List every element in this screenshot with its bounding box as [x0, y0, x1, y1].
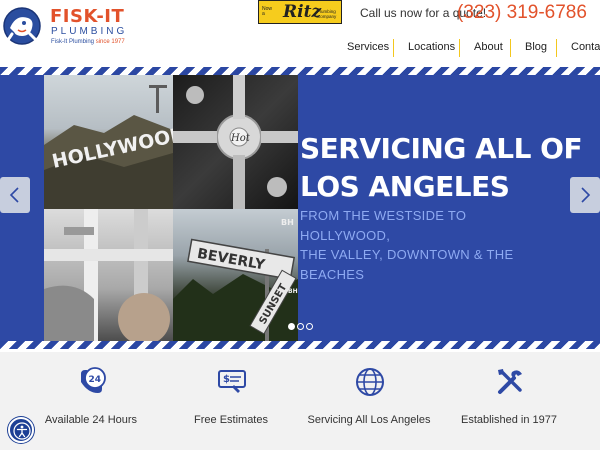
features-strip: 24 Available 24 Hours $ Free Estimates S… [0, 352, 600, 450]
chevron-left-icon [9, 187, 19, 203]
site-header: FISK-IT PLUMBING Fisk-It Plumbing since … [0, 0, 600, 70]
globe-icon [356, 368, 384, 396]
pipes-image [44, 209, 173, 341]
hero-subtitle-line: BEACHES [300, 266, 365, 282]
slider-next-button[interactable] [570, 177, 600, 213]
faucet-illustration: Hot [173, 75, 298, 209]
hero-subtitle-line: THE VALLEY, DOWNTOWN & THE [300, 247, 514, 262]
tools-icon [498, 369, 522, 394]
brand-name: FISK-IT [50, 6, 125, 27]
faucet-hot-label: Hot [230, 133, 251, 144]
beverly-sunset-image: BEVERLY SUNSET BH BH [173, 209, 298, 341]
feature-established: Established in 1977 [434, 366, 584, 436]
beverly-sign-block: BH [281, 218, 294, 227]
feature-label: Servicing All Los Angeles [307, 414, 431, 426]
nav-separator [510, 39, 511, 57]
ritz-badge[interactable]: Now a Ritz Plumbing Company [258, 0, 342, 24]
nav-separator [556, 39, 557, 57]
accessibility-button[interactable] [8, 417, 34, 443]
hero-image-collage: HOLLYWOOD Hot BEVERLY SUNSET BH BH [44, 75, 298, 341]
street-signs-illustration: BEVERLY SUNSET BH BH [173, 218, 298, 341]
feature-24-hours: 24 Available 24 Hours [16, 366, 166, 436]
main-nav: Services Locations About Blog Contact [0, 36, 600, 62]
pipes-illustration [44, 209, 173, 341]
hero-title-line-1: SERVICING ALL OF [300, 132, 583, 165]
feature-servicing-la: Servicing All Los Angeles [294, 366, 444, 436]
nav-item-contact[interactable]: Contact [571, 41, 600, 53]
ritz-badge-pre: Now a [262, 6, 273, 17]
nav-item-blog[interactable]: Blog [525, 41, 547, 53]
decorative-stripe-top [0, 67, 600, 75]
ritz-badge-word: Ritz [283, 2, 322, 22]
feature-label: Free Estimates [194, 414, 268, 426]
hero-subtitle-line: FROM THE WESTSIDE TO [300, 208, 467, 223]
slider-dots [288, 323, 314, 331]
hero-slider: HOLLYWOOD Hot BEVERLY SUNSET BH BH SERVI… [0, 75, 600, 341]
hollywood-sign-image: HOLLYWOOD [44, 75, 173, 209]
feature-label: Established in 1977 [460, 414, 557, 426]
estimate-icon: $ [218, 370, 246, 393]
phone-link[interactable]: (323) 319-6786 [457, 2, 587, 24]
hollywood-sign-illustration: HOLLYWOOD [44, 85, 173, 209]
accessibility-icon [13, 422, 31, 440]
slider-prev-button[interactable] [0, 177, 30, 213]
hero-title: SERVICING ALL OF LOS ANGELES [300, 130, 590, 206]
svg-text:$: $ [223, 374, 230, 385]
nav-separator [459, 39, 460, 57]
nav-item-locations[interactable]: Locations [408, 41, 455, 53]
nav-item-about[interactable]: About [474, 41, 503, 53]
slider-dot[interactable] [306, 323, 313, 330]
slider-dot[interactable] [297, 323, 304, 330]
svg-text:24: 24 [89, 375, 102, 385]
hero-title-line-2: LOS ANGELES [300, 170, 510, 203]
page: FISK-IT PLUMBING Fisk-It Plumbing since … [0, 0, 600, 450]
nav-separator [393, 39, 394, 57]
faucet-image: Hot [173, 75, 298, 209]
feature-label: Available 24 Hours [44, 414, 138, 426]
hero-subtitle: FROM THE WESTSIDE TO HOLLYWOOD, THE VALL… [300, 206, 580, 284]
nav-item-services[interactable]: Services [347, 41, 389, 53]
ritz-badge-post: Plumbing Company [317, 9, 337, 19]
slider-dot[interactable] [288, 323, 295, 330]
chevron-right-icon [581, 187, 591, 203]
phone-24-icon: 24 [81, 367, 106, 393]
decorative-stripe-bottom [0, 341, 600, 349]
hero-subtitle-line: HOLLYWOOD, [300, 227, 391, 243]
feature-free-estimates: $ Free Estimates [156, 366, 306, 436]
sunset-sign-block: BH [288, 288, 298, 295]
